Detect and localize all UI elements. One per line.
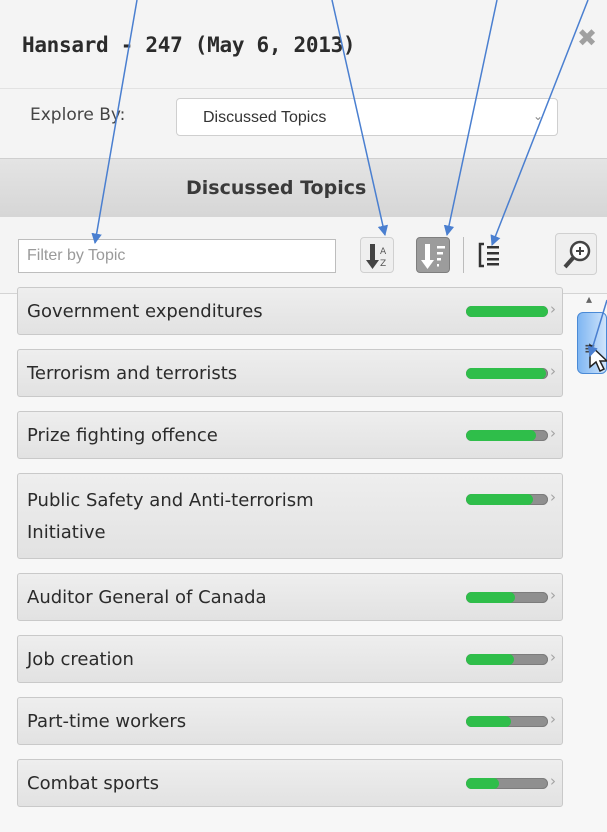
toolbar-divider — [463, 237, 464, 273]
sort-alpha-button[interactable]: A Z — [360, 237, 394, 273]
frequency-meter-fill — [466, 306, 548, 317]
tree-view-icon — [478, 242, 499, 268]
topic-label: Job creation — [27, 649, 134, 670]
topic-label: Combat sports — [27, 773, 160, 794]
explore-by-select[interactable]: Discussed Topics ⌄ — [176, 98, 558, 136]
sort-frequency-button[interactable] — [416, 237, 450, 273]
topic-label: Auditor General of Canada — [27, 587, 267, 608]
topic-label: Part-time workers — [27, 711, 187, 732]
svg-text:A: A — [380, 247, 387, 257]
section-header: Discussed Topics — [0, 158, 607, 218]
chevron-right-icon: › — [550, 488, 556, 506]
zoom-in-button[interactable] — [555, 233, 597, 275]
chevron-right-icon: › — [550, 648, 556, 666]
topic-row[interactable]: Prize fighting offence › — [17, 411, 563, 459]
frequency-meter — [466, 778, 548, 789]
mouse-cursor-icon — [589, 343, 607, 373]
topic-list: Government expenditures › Terrorism and te… — [0, 287, 607, 832]
title-bar: Hansard - 247 (May 6, 2013) ✖ — [0, 0, 607, 88]
frequency-meter-fill — [466, 494, 533, 505]
topic-label: Initiative — [27, 522, 106, 543]
frequency-meter — [466, 368, 548, 379]
sort-frequency-icon — [421, 244, 445, 269]
frequency-meter-fill — [466, 716, 511, 727]
chevron-right-icon: › — [550, 362, 556, 380]
frequency-meter-fill — [466, 654, 514, 665]
svg-text:Z: Z — [380, 259, 386, 269]
topic-row[interactable]: Public Safety and Anti-terrorism Initiati… — [17, 473, 563, 559]
frequency-meter-fill — [466, 430, 536, 441]
chevron-right-icon: › — [550, 710, 556, 728]
topic-row[interactable]: Job creation › — [17, 635, 563, 683]
explore-by-selected-value: Discussed Topics — [203, 109, 327, 126]
topic-row[interactable]: Auditor General of Canada › — [17, 573, 563, 621]
chevron-down-icon: ⌄ — [532, 109, 543, 123]
frequency-meter — [466, 654, 548, 665]
chevron-right-icon: › — [550, 424, 556, 442]
tree-view-button[interactable] — [474, 237, 508, 273]
frequency-meter-fill — [466, 778, 499, 789]
frequency-meter — [466, 592, 548, 603]
chevron-right-icon: › — [550, 586, 556, 604]
zoom-in-icon — [563, 240, 591, 269]
explore-by-row: Explore By: Discussed Topics ⌄ — [0, 88, 607, 159]
close-icon[interactable]: ✖ — [577, 24, 597, 52]
frequency-meter-fill — [466, 592, 515, 603]
frequency-meter — [466, 716, 548, 727]
section-title: Discussed Topics — [186, 177, 367, 199]
topic-row[interactable]: Combat sports › — [17, 759, 563, 807]
chevron-right-icon: › — [550, 300, 556, 318]
frequency-meter — [466, 306, 548, 317]
frequency-meter — [466, 430, 548, 441]
topic-row[interactable]: Part-time workers › — [17, 697, 563, 745]
frequency-meter-fill — [466, 368, 546, 379]
topic-explorer-panel: Hansard - 247 (May 6, 2013) ✖ Explore By… — [0, 0, 607, 832]
topic-row[interactable]: Government expenditures › — [17, 287, 563, 335]
explore-by-label: Explore By: — [30, 105, 126, 125]
chevron-right-icon: › — [550, 772, 556, 790]
topic-toolbar: A Z — [0, 217, 607, 293]
topic-label: Government expenditures — [27, 301, 263, 322]
topic-label: Prize fighting offence — [27, 425, 218, 446]
list-scrollbar[interactable]: ▴ ≡ — [575, 292, 607, 832]
scroll-up-icon[interactable]: ▴ — [586, 292, 592, 306]
sort-alpha-icon: A Z — [366, 244, 387, 269]
topic-label: Public Safety and Anti-terrorism — [27, 490, 314, 511]
frequency-meter — [466, 494, 548, 505]
topic-label: Terrorism and terrorists — [27, 363, 238, 384]
filter-by-topic-input[interactable] — [18, 239, 336, 273]
topic-row[interactable]: Terrorism and terrorists › — [17, 349, 563, 397]
window-title: Hansard - 247 (May 6, 2013) — [22, 33, 356, 57]
